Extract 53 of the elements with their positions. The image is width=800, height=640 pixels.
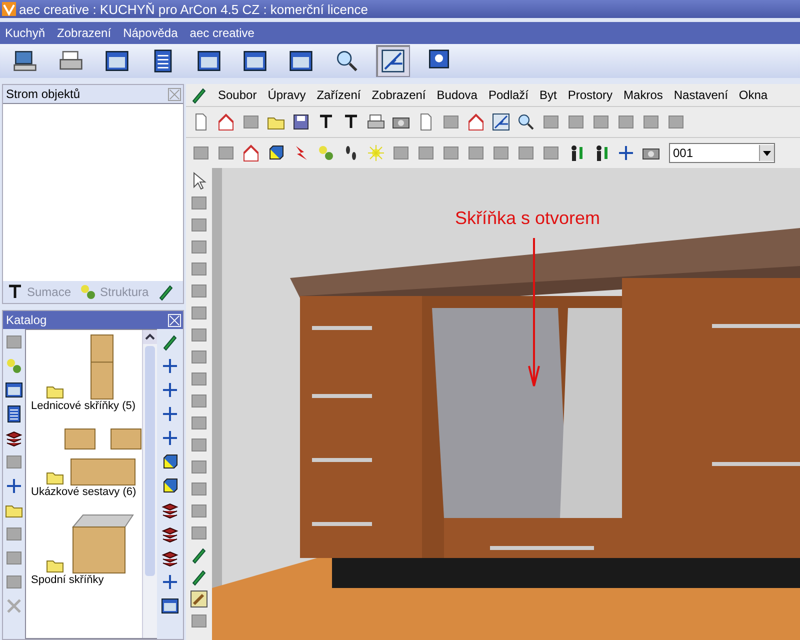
app-logo-icon [2,2,16,16]
layers-icon[interactable] [161,549,179,567]
house-icon[interactable] [242,144,260,162]
house-icon[interactable] [467,113,485,131]
text-icon[interactable] [317,113,335,131]
pencil-icon[interactable] [161,333,179,351]
annotation-label: Skříňka s otvorem [455,208,600,229]
scroll-up-icon[interactable] [143,330,157,344]
cube-icon[interactable] [161,453,179,471]
brush-icon[interactable] [190,590,208,608]
menu-item[interactable]: Byt [538,88,558,102]
cabinet-thumbnail [90,334,114,400]
floor-dropdown[interactable]: 001 [669,143,775,163]
catalog-item-label[interactable]: Ukázkové sestavy (6) [28,486,136,498]
menu-item[interactable]: Nastavení [672,88,729,102]
house-icon[interactable] [217,113,235,131]
cabinet-thumbnail [72,514,134,574]
pencil-icon[interactable] [190,546,208,564]
menu-item[interactable]: Podlaží [487,88,530,102]
menu-item[interactable]: Okna [738,88,769,102]
panel-title: Strom objektů [6,87,80,101]
pencil-icon[interactable] [190,86,208,104]
pencil-icon[interactable] [156,283,175,301]
list-icon[interactable] [5,405,23,423]
menu-item[interactable]: Budova [436,88,478,102]
text-icon[interactable] [342,113,360,131]
cube-icon[interactable] [161,477,179,495]
layers-icon[interactable] [161,501,179,519]
layers-icon[interactable] [5,429,23,447]
window-icon[interactable] [161,597,179,615]
menu-item[interactable]: Nápověda [122,26,179,40]
dropdown-caret-icon[interactable] [759,145,774,161]
scrollbar[interactable] [142,330,157,638]
search-icon[interactable] [517,113,535,131]
arrow-icon[interactable] [492,113,510,131]
catalog-item-label[interactable]: Spodní skříňky [28,574,104,586]
menu-item[interactable]: Kuchyň [4,26,46,40]
menu-item[interactable]: Prostory [566,88,614,102]
menu-item[interactable]: Zobrazení [56,26,112,40]
panel-title: Katalog [6,313,47,327]
menu-item[interactable]: Makros [622,88,664,102]
menu-item[interactable]: Zobrazení [370,88,427,102]
menu-item[interactable]: aec creative [188,26,256,40]
menu-item[interactable]: Úpravy [266,88,307,102]
layers-icon[interactable] [161,525,179,543]
cube-icon[interactable] [267,144,285,162]
menu-item[interactable]: Zařízení [316,88,362,102]
window-title: aec creative : KUCHYŇ pro ArCon 4.5 CZ : komerční licence [19,2,368,16]
pencil-icon[interactable] [190,568,208,586]
window-icon[interactable] [5,381,23,399]
printer-icon[interactable] [367,113,385,131]
menu-item[interactable]: Soubor [217,88,258,102]
catalog-item-label[interactable]: Lednicové skříňky (5) [28,400,136,412]
